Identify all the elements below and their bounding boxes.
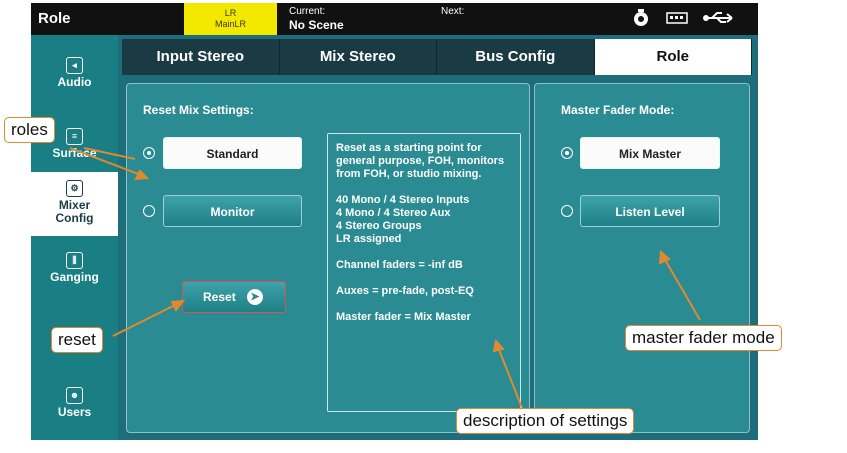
sidebar-item-label: Audio: [57, 75, 92, 89]
callout-master-fader-mode: master fader mode: [625, 325, 782, 351]
description-auxes: Auxes = pre-fade, post-EQ: [336, 285, 474, 297]
tab-bar: Input Stereo Mix Stereo Bus Config Role: [122, 39, 752, 75]
description-channel-faders: Channel faders = -inf dB: [336, 259, 463, 271]
mix-master-radio[interactable]: [561, 147, 573, 159]
keyboard-icon[interactable]: [666, 12, 688, 24]
listen-level-button[interactable]: Listen Level: [580, 195, 720, 227]
description-master-fader: Master fader = Mix Master: [336, 311, 471, 323]
standard-radio[interactable]: [143, 147, 155, 159]
master-fader-panel: [534, 83, 750, 433]
settings-description: Reset as a starting point for general pu…: [327, 133, 521, 412]
page-title: Role: [38, 10, 71, 27]
sidebar-item-ganging[interactable]: ⫼ Ganging: [31, 252, 118, 284]
listen-level-radio[interactable]: [561, 205, 573, 217]
sidebar-item-audio[interactable]: ◂ Audio: [31, 57, 118, 89]
master-fader-title: Master Fader Mode:: [561, 103, 675, 117]
reset-mix-title: Reset Mix Settings:: [143, 103, 254, 117]
audio-icon: ◂: [66, 57, 83, 74]
monitor-button[interactable]: Monitor: [163, 195, 302, 227]
sidebar-item-label: Ganging: [50, 270, 99, 284]
usb-icon[interactable]: [702, 10, 736, 26]
monitor-radio[interactable]: [143, 205, 155, 217]
reset-button[interactable]: Reset ➤: [182, 281, 286, 313]
description-channels: 40 Mono / 4 Stereo Inputs 4 Mono / 4 Ste…: [336, 194, 470, 245]
tab-role[interactable]: Role: [594, 39, 752, 75]
lr-badge-line2: MainLR: [214, 19, 246, 29]
standard-button[interactable]: Standard: [163, 137, 302, 169]
sidebar-item-label: Surface: [52, 146, 97, 160]
sidebar: [31, 35, 118, 440]
sidebar-item-label: Mixer Config: [55, 198, 94, 225]
tab-bus-config[interactable]: Bus Config: [437, 39, 595, 75]
mix-master-button[interactable]: Mix Master: [580, 137, 720, 169]
next-scene-label: Next:: [441, 6, 465, 17]
users-icon: ☻: [66, 387, 83, 404]
current-scene-value: No Scene: [289, 18, 344, 32]
tab-mix-stereo[interactable]: Mix Stereo: [279, 39, 437, 75]
tab-input-stereo[interactable]: Input Stereo: [122, 39, 280, 75]
current-scene-label: Current:: [289, 6, 326, 17]
sidebar-item-label: Users: [57, 405, 92, 419]
mixer-config-icon: ⚙: [66, 180, 83, 197]
user-usb-icon[interactable]: [630, 7, 652, 29]
reset-button-label: Reset: [203, 290, 236, 304]
lr-badge-line1: LR: [224, 8, 237, 18]
ganging-icon: ⫼: [66, 252, 83, 269]
sidebar-item-users[interactable]: ☻ Users: [31, 387, 118, 419]
surface-icon: ≡: [66, 128, 83, 145]
description-intro: Reset as a starting point for general pu…: [336, 142, 505, 180]
callout-roles: roles: [4, 117, 55, 143]
lr-badge[interactable]: LR MainLR: [184, 3, 277, 35]
sidebar-item-mixer-config[interactable]: ⚙ Mixer Config: [31, 172, 118, 236]
arrow-right-icon: ➤: [247, 289, 263, 305]
callout-description-of-settings: description of settings: [456, 408, 635, 434]
callout-reset: reset: [51, 327, 103, 353]
top-bar: Role LR MainLR Current: No Scene Next:: [31, 3, 758, 35]
